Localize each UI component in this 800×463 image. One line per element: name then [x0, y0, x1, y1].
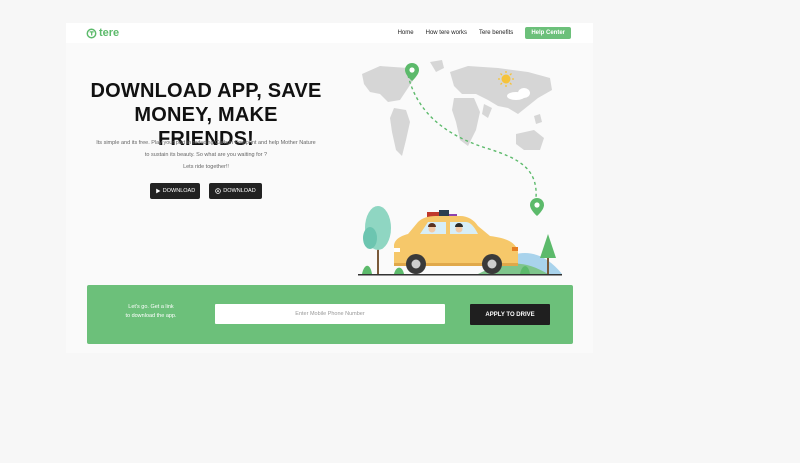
page: tere Home How tere works Tere benefits H…	[66, 23, 593, 353]
logo-icon	[86, 28, 97, 38]
apple-icon	[215, 188, 222, 194]
navbar: tere Home How tere works Tere benefits H…	[66, 23, 593, 43]
hero-desc-line-3: Lets ride together!!	[183, 164, 229, 170]
nav-link-tere-benefits[interactable]: Tere benefits	[479, 30, 513, 36]
hero-desc-line-1: Its simple and its free. Play your part …	[96, 140, 316, 146]
nav-link-how-tere-works[interactable]: How tere works	[426, 30, 467, 36]
phone-number-input[interactable]	[215, 304, 445, 324]
download-android-label: DOWNLOAD	[162, 188, 196, 194]
cta-text-line-1: Let's go. Get a link	[128, 304, 174, 310]
download-android-button[interactable]: DOWNLOAD	[150, 183, 200, 199]
cta-banner: Let's go. Get a link to download the app…	[87, 285, 573, 344]
travel-illustration	[358, 60, 562, 276]
cta-text: Let's go. Get a link to download the app…	[111, 303, 191, 321]
end-pin-icon	[530, 198, 544, 216]
download-ios-button[interactable]: DOWNLOAD	[209, 183, 262, 199]
hero-title-line-1: DOWNLOAD APP, SAVE	[90, 80, 322, 102]
car-illustration	[394, 216, 518, 274]
hero-desc-line-2: to sustain its beauty. So what are you w…	[144, 152, 268, 158]
cta-text-line-2: to download the app.	[125, 313, 177, 319]
play-store-icon	[155, 188, 161, 194]
help-center-button[interactable]: Help Center	[525, 27, 571, 39]
download-ios-label: DOWNLOAD	[223, 188, 256, 194]
tree-left	[363, 206, 391, 274]
logo-text: tere	[99, 27, 120, 39]
hero-description: Its simple and its free. Play your part …	[80, 137, 332, 173]
nav-links: Home How tere works Tere benefits Help C…	[398, 26, 571, 40]
apply-to-drive-button[interactable]: APPLY TO DRIVE	[470, 304, 550, 325]
ground-line	[358, 274, 562, 276]
logo[interactable]: tere	[86, 26, 119, 40]
world-map	[362, 60, 552, 156]
nav-link-home[interactable]: Home	[398, 30, 414, 36]
